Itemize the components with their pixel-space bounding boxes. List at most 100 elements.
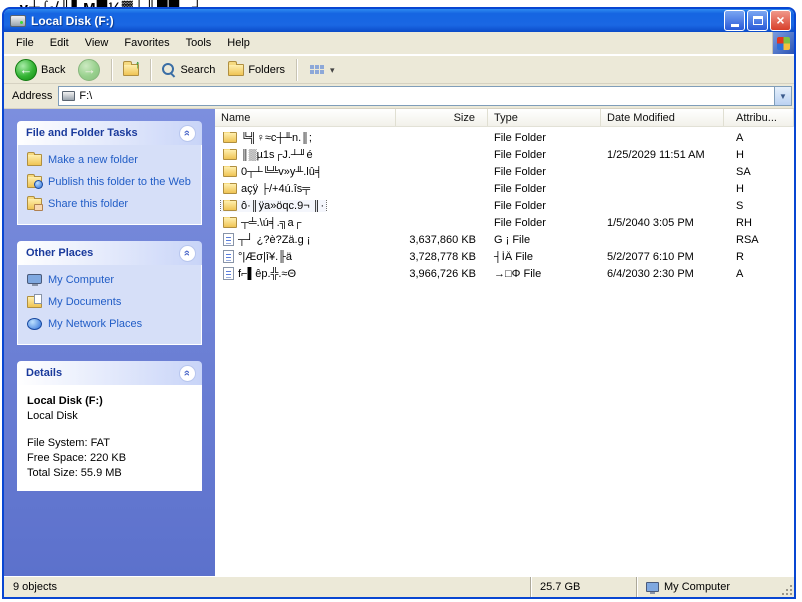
address-combo[interactable]: F:\: [58, 86, 792, 106]
task-label: Share this folder: [48, 198, 128, 211]
panel-header-details[interactable]: Details: [17, 361, 202, 385]
file-name[interactable]: açÿ ├/+4ú.îs╤: [241, 183, 310, 195]
file-row[interactable]: açÿ ├/+4ú.îs╤ File Folder H: [215, 180, 794, 197]
file-icon: [223, 267, 234, 280]
window-controls: [724, 10, 791, 31]
back-button[interactable]: Back: [10, 57, 70, 83]
column-header-date-modified[interactable]: Date Modified: [601, 109, 724, 126]
maximize-button[interactable]: [747, 10, 768, 31]
column-header-size[interactable]: Size: [396, 109, 488, 126]
resize-grip[interactable]: [780, 583, 793, 596]
file-type-cell: →□Φ File: [488, 268, 601, 280]
file-name-wrap[interactable]: ┬┘ ¿?è?Zä.g ¡: [221, 233, 312, 246]
folder-icon: [223, 217, 237, 228]
place-label: My Documents: [48, 296, 121, 309]
file-name-cell: ╚╣♀≈c┼╨n.║;: [215, 132, 396, 144]
place-my-computer[interactable]: My Computer: [27, 274, 194, 287]
file-name-cell: ┬┘ ¿?è?Zä.g ¡: [215, 233, 396, 246]
column-header-name[interactable]: Name: [215, 109, 396, 126]
windows-flag-icon: [777, 37, 790, 50]
file-size-cell: 3,966,726 KB: [396, 268, 488, 280]
file-row[interactable]: ô·║ÿa»öqc.9¬ ║·File FolderS: [215, 197, 794, 214]
panel-header-places[interactable]: Other Places: [17, 241, 202, 265]
close-button[interactable]: [770, 10, 791, 31]
file-row[interactable]: f⌐▌êp.╬.≈Θ3,966,726 KB→□Φ File6/4/2030 2…: [215, 265, 794, 282]
address-label: Address: [12, 90, 52, 102]
search-button[interactable]: Search: [157, 61, 220, 79]
status-location: My Computer: [636, 577, 794, 597]
file-row[interactable]: ╚╣♀≈c┼╨n.║;File FolderA: [215, 129, 794, 146]
explorer-window: Local Disk (F:) File Edit View Favorites…: [2, 7, 796, 599]
file-name-wrap[interactable]: °|Æσ|î¥.╟ä: [221, 250, 294, 263]
folder-icon: [223, 183, 237, 194]
file-row[interactable]: ┬╧.\ú╡.╗a┌File Folder1/5/2040 3:05 PMRH: [215, 214, 794, 231]
collapse-chevron-icon[interactable]: [179, 365, 196, 382]
panel-title: Details: [26, 367, 62, 379]
place-label: My Computer: [48, 274, 114, 287]
file-name[interactable]: ô·║ÿa»öqc.9¬ ║·: [241, 200, 324, 212]
menu-tools[interactable]: Tools: [178, 34, 220, 52]
file-row[interactable]: ║▒µ1s┌J.┴╜éFile Folder1/25/2029 11:51 AM…: [215, 146, 794, 163]
title-bar[interactable]: Local Disk (F:): [4, 9, 794, 32]
file-name[interactable]: ┬┘ ¿?è?Zä.g ¡: [238, 234, 310, 246]
address-dropdown-button[interactable]: [774, 87, 791, 105]
file-name[interactable]: ╚╣♀≈c┼╨n.║;: [241, 132, 312, 144]
views-button[interactable]: [303, 61, 340, 79]
menu-favorites[interactable]: Favorites: [116, 34, 177, 52]
file-name-wrap[interactable]: ║▒µ1s┌J.┴╜é: [221, 149, 315, 161]
forward-button[interactable]: [73, 57, 105, 83]
file-attributes-cell: H: [724, 183, 794, 195]
file-row[interactable]: °|Æσ|î¥.╟ä3,728,778 KB┤ÍÄ File5/2/2077 6…: [215, 248, 794, 265]
menu-edit[interactable]: Edit: [42, 34, 77, 52]
folders-button[interactable]: Folders: [223, 62, 290, 78]
task-make-new-folder[interactable]: Make a new folder: [27, 154, 194, 167]
file-name[interactable]: f⌐▌êp.╬.≈Θ: [238, 268, 296, 280]
column-headers: Name Size Type Date Modified Attribu...: [215, 109, 794, 127]
file-name[interactable]: ║▒µ1s┌J.┴╜é: [241, 149, 313, 161]
standard-toolbar: Back ↑ Search Folders: [4, 55, 794, 84]
search-label: Search: [180, 64, 215, 76]
file-name-wrap[interactable]: 0┬┴╚╩v»y╨.lû╡: [221, 166, 325, 178]
file-name-wrap[interactable]: ┬╧.\ú╡.╗a┌: [221, 217, 303, 229]
file-name-cell: °|Æσ|î¥.╟ä: [215, 250, 396, 263]
file-name-wrap[interactable]: f⌐▌êp.╬.≈Θ: [221, 267, 298, 280]
task-share-folder[interactable]: Share this folder: [27, 198, 194, 211]
folder-icon: [223, 200, 237, 211]
details-free-space: Free Space: 220 KB: [27, 451, 194, 466]
place-my-documents[interactable]: My Documents: [27, 296, 194, 309]
collapse-chevron-icon[interactable]: [179, 245, 196, 262]
file-name[interactable]: °|Æσ|î¥.╟ä: [238, 251, 292, 263]
place-my-network[interactable]: My Network Places: [27, 318, 194, 331]
file-row[interactable]: 0┬┴╚╩v»y╨.lû╡File FolderSA: [215, 163, 794, 180]
task-label: Make a new folder: [48, 154, 138, 167]
folder-icon: [223, 149, 237, 160]
menu-file[interactable]: File: [8, 34, 42, 52]
menu-help[interactable]: Help: [219, 34, 258, 52]
my-computer-status-icon: [646, 582, 659, 592]
file-type-cell: File Folder: [488, 166, 601, 178]
panel-details: Details Local Disk (F:) Local Disk File …: [17, 361, 202, 491]
file-name[interactable]: 0┬┴╚╩v»y╨.lû╡: [241, 166, 323, 178]
file-name-wrap[interactable]: ╚╣♀≈c┼╨n.║;: [221, 132, 314, 144]
task-publish-folder[interactable]: Publish this folder to the Web: [27, 176, 194, 189]
file-row[interactable]: ┬┘ ¿?è?Zä.g ¡3,637,860 KBG ¡ FileRSA: [215, 231, 794, 248]
new-folder-icon: [27, 154, 42, 166]
collapse-chevron-icon[interactable]: [179, 125, 196, 142]
column-header-attributes[interactable]: Attribu...: [724, 109, 794, 126]
panel-body-details: Local Disk (F:) Local Disk File System: …: [17, 385, 202, 491]
folder-icon: [223, 132, 237, 143]
folders-icon: [228, 64, 244, 76]
minimize-button[interactable]: [724, 10, 745, 31]
my-computer-icon: [27, 274, 42, 284]
file-type-cell: File Folder: [488, 183, 601, 195]
selected-file-name[interactable]: ô·║ÿa»öqc.9¬ ║·: [221, 200, 326, 212]
file-name-wrap[interactable]: açÿ ├/+4ú.îs╤: [221, 183, 312, 195]
toolbar-separator: [296, 59, 297, 81]
share-folder-icon: [27, 198, 42, 210]
menu-view[interactable]: View: [77, 34, 117, 52]
file-attributes-cell: A: [724, 268, 794, 280]
column-header-type[interactable]: Type: [488, 109, 601, 126]
up-button[interactable]: ↑: [118, 62, 144, 78]
panel-header-tasks[interactable]: File and Folder Tasks: [17, 121, 202, 145]
file-name[interactable]: ┬╧.\ú╡.╗a┌: [241, 217, 301, 229]
